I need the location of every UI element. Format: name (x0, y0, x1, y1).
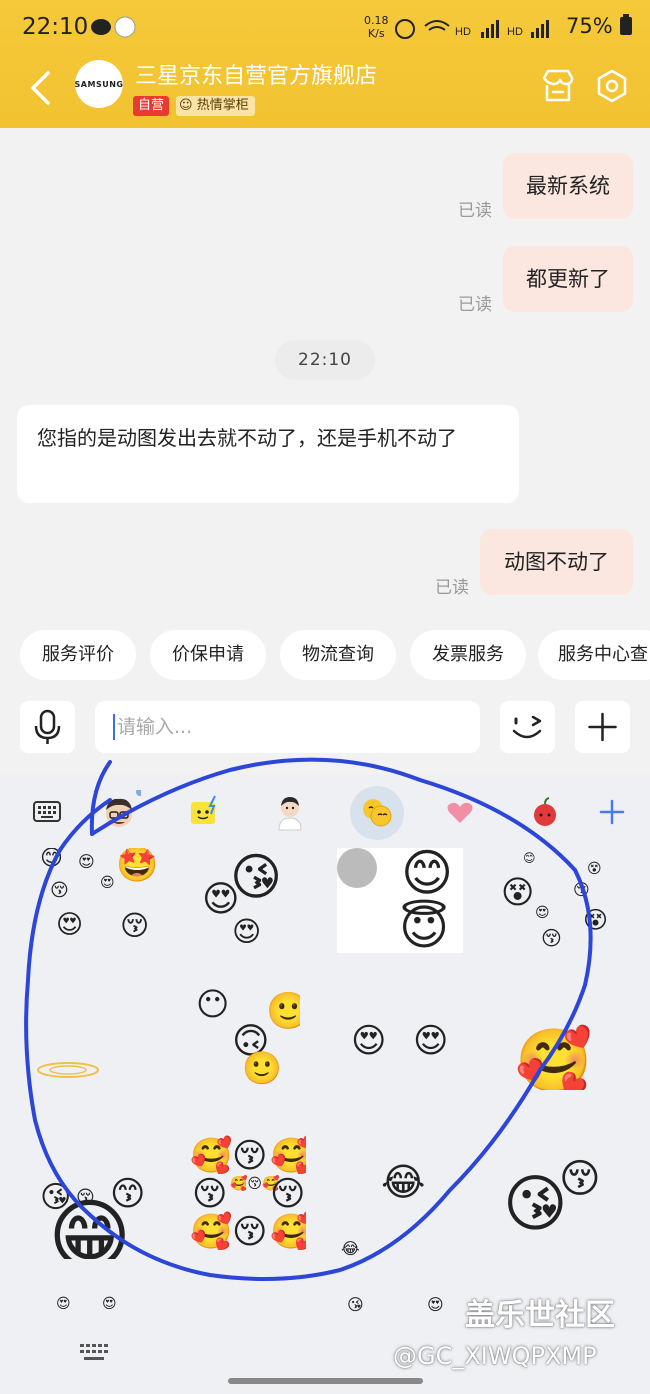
emoji-sticker-icon (363, 799, 392, 827)
message-bubble-outgoing[interactable]: 动图不动了 (480, 529, 633, 595)
sticker-item[interactable]: 🥰 (495, 980, 615, 1091)
avatar-sticker-tab[interactable] (97, 788, 144, 834)
message-bubble-incoming[interactable]: 您指的是动图发出去就不动了，还是手机不动了 (17, 405, 519, 503)
sticker-item[interactable]: 😘 😍 😍 (190, 848, 300, 953)
gear-icon (597, 69, 627, 103)
sticker-item[interactable]: 😘 😚 😙 😁 (30, 1135, 160, 1259)
quick-chip-service-center[interactable]: 服务中心查 (538, 630, 650, 680)
timestamp-divider: 22:10 (275, 340, 375, 380)
read-receipt: 已读 (435, 578, 469, 598)
person-sticker-icon (278, 797, 302, 831)
read-receipt: 已读 (458, 201, 492, 221)
sticker-item[interactable]: 😊 😇 (337, 848, 463, 953)
message-input[interactable]: 请输入... (95, 701, 480, 753)
add-icon (599, 799, 625, 825)
person-sticker-tab[interactable] (268, 790, 312, 834)
more-button[interactable] (575, 701, 630, 753)
voice-button[interactable] (20, 701, 75, 753)
signal-icons: HD HD (395, 16, 555, 47)
lightning-sticker-tab[interactable] (183, 790, 227, 834)
back-button[interactable] (28, 70, 52, 106)
home-indicator[interactable] (228, 1378, 423, 1384)
add-sticker-tab[interactable] (590, 790, 634, 834)
store-name[interactable]: 三星京东自营官方旗舰店 (135, 58, 377, 90)
heart-sticker-icon (447, 802, 473, 823)
heart-sticker-tab[interactable] (438, 790, 482, 834)
self-operated-badge: 自营 (133, 96, 170, 116)
sticker-item[interactable]: 😘 😚 (495, 1135, 615, 1259)
notification-icons (90, 14, 136, 45)
apple-sticker-icon (534, 797, 556, 826)
sticker-item[interactable]: 😂 😂 (337, 1135, 463, 1259)
store-button[interactable] (540, 68, 576, 104)
sticker-item[interactable]: 🥰 😚 🥰 😚 🥰😚🥰 😚 🥰 😚 🥰 (190, 1135, 306, 1259)
chevron-left-icon (31, 71, 50, 105)
sticker-item[interactable]: 😘 😍 (337, 1295, 463, 1315)
plus-icon (588, 712, 617, 742)
avatar-sticker-icon (106, 788, 144, 827)
network-speed: 0.18 K/s (364, 14, 389, 40)
sticker-item[interactable]: 😍 😍 (337, 980, 463, 1090)
lightning-sticker-icon (191, 795, 216, 824)
quick-chip-price-protection[interactable]: 价保申请 (150, 630, 266, 680)
store-icon (542, 69, 574, 102)
battery-indicator: 75% (566, 14, 633, 38)
watermark-title: 盖乐世社区 (465, 1298, 615, 1333)
message-bubble-outgoing[interactable]: 最新系统 (503, 153, 633, 219)
emoji-sticker-tab[interactable] (350, 786, 404, 840)
keyboard-tab[interactable] (25, 790, 69, 834)
keyboard-icon (80, 1344, 108, 1360)
microphone-icon (34, 709, 61, 744)
apple-sticker-tab[interactable] (523, 790, 567, 834)
text-caret (113, 714, 115, 740)
hide-keyboard-button[interactable] (78, 1340, 114, 1366)
emoji-button[interactable] (500, 701, 555, 753)
store-avatar[interactable]: SAMSUNG (75, 60, 123, 108)
message-bubble-outgoing[interactable]: 都更新了 (503, 246, 633, 312)
status-bar: 22:10 0.18 K/s HD HD 75% (0, 0, 650, 58)
watermark-handle: @GC_XIWQPXMP (393, 1342, 597, 1370)
sticker-item[interactable]: 😊 😍 🤩 😚 😍 😍 😚 (30, 848, 160, 953)
sticker-item[interactable]: 😶 🙂 🙃 🙂 (190, 980, 300, 1090)
quick-chip-service-review[interactable]: 服务评价 (20, 630, 136, 680)
svg-text:HD: HD (507, 26, 523, 38)
settings-button[interactable] (594, 68, 630, 104)
sticker-item[interactable] (30, 980, 160, 1090)
host-badge: ☺ 热情掌柜 (176, 96, 255, 116)
read-receipt: 已读 (458, 295, 492, 315)
sticker-item[interactable]: 😍 😍 (30, 1295, 160, 1315)
wink-face-icon (512, 715, 542, 739)
quick-chip-logistics[interactable]: 物流查询 (280, 630, 396, 680)
sticker-item[interactable]: 😊 😵 😵 😚 😍 😵 😚 (495, 848, 615, 953)
svg-text:HD: HD (455, 26, 471, 38)
keyboard-icon (33, 801, 61, 822)
quick-chip-invoice[interactable]: 发票服务 (410, 630, 526, 680)
status-time: 22:10 (22, 14, 89, 40)
host-icon: ☺ (179, 98, 193, 113)
